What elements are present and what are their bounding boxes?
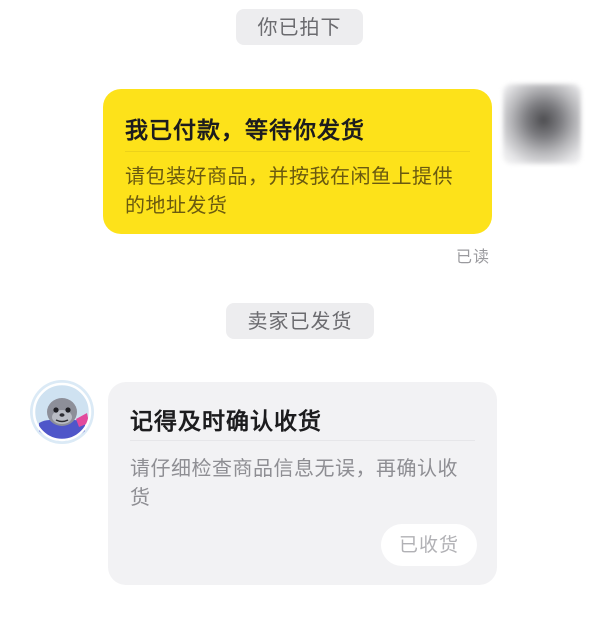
buyer-avatar[interactable] xyxy=(503,84,581,164)
confirm-card-body: 请仔细检查商品信息无误，再确认收货 xyxy=(130,456,458,509)
read-status: 已读 xyxy=(456,247,491,266)
payment-card-body: 请包装好商品，并按我在闲鱼上提供的地址发货 xyxy=(125,164,453,217)
system-message-shipped: 卖家已发货 xyxy=(226,303,374,339)
seal-avatar-icon xyxy=(30,380,94,444)
confirm-card-title: 记得及时确认收货 xyxy=(130,409,322,435)
received-button[interactable]: 已收货 xyxy=(381,524,477,566)
confirm-receipt-card[interactable]: 记得及时确认收货 请仔细检查商品信息无误，再确认收货 已收货 xyxy=(108,382,497,585)
card-divider xyxy=(125,151,470,152)
system-message-bought: 你已拍下 xyxy=(236,9,363,45)
card-divider xyxy=(130,440,475,441)
payment-card-title: 我已付款，等待你发货 xyxy=(125,118,365,144)
seller-avatar[interactable] xyxy=(29,379,95,445)
payment-message-card[interactable]: 我已付款，等待你发货 请包装好商品，并按我在闲鱼上提供的地址发货 xyxy=(103,89,492,234)
